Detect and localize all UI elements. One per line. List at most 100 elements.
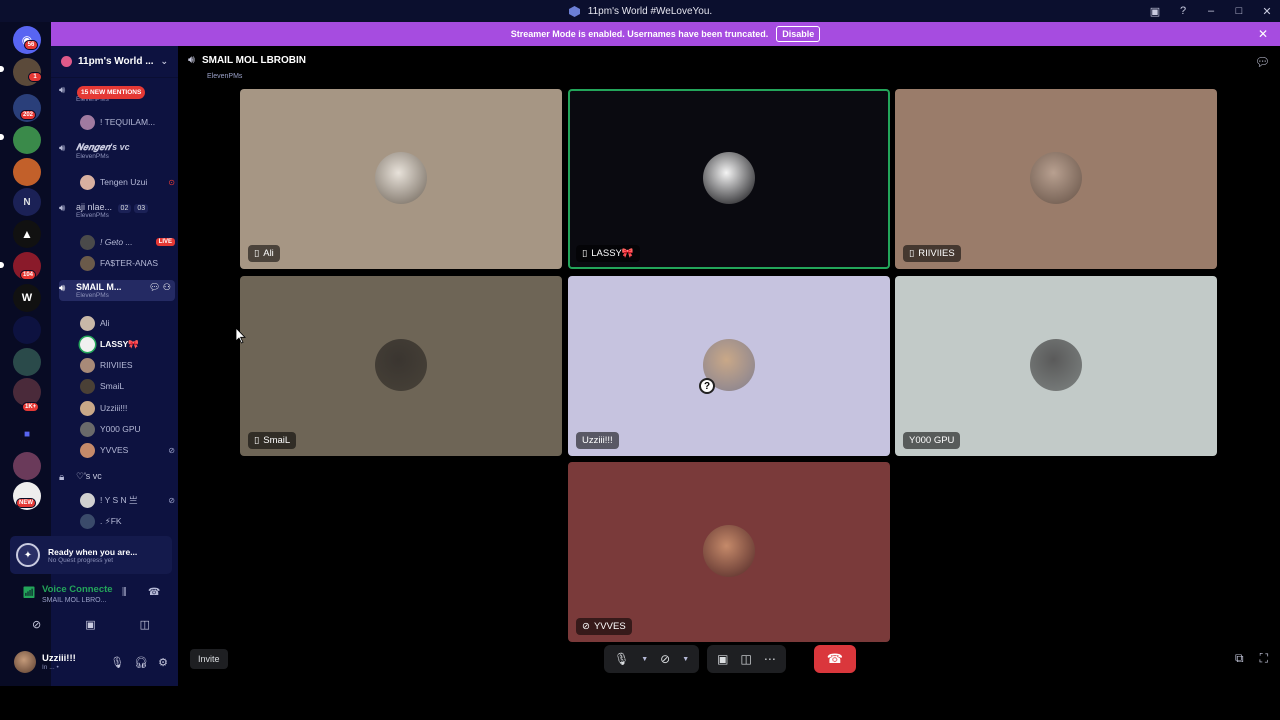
discord-app: 11pm's World #WeLoveYou. ▣ ? – □ ✕ Strea…: [0, 0, 1280, 720]
noise-suppression-icon[interactable]: ⫼: [122, 587, 127, 598]
member-item[interactable]: LASSY🎀: [80, 335, 175, 353]
avatar: [80, 174, 95, 190]
voice-status[interactable]: Voice Connecte: [42, 584, 113, 595]
microphone-icon[interactable]: 🎙︎: [614, 652, 629, 666]
avatar: [80, 378, 95, 394]
chevron-down-icon[interactable]: ▼: [682, 656, 689, 663]
new-mentions-pill[interactable]: 15 NEW MENTIONS: [77, 86, 146, 99]
participant-tile[interactable]: ▯ LASSY🎀: [568, 89, 890, 269]
speaker-icon: 🔊︎: [59, 203, 66, 214]
help-icon[interactable]: ?: [1176, 4, 1190, 18]
call-area: 🔊︎ SMAIL MOL LBROBIN ElevenPMs 💬︎ ▯ Ali ▯…: [178, 46, 1280, 720]
member-item[interactable]: YVVES ⊘: [80, 441, 175, 459]
member-item[interactable]: Y000 GPU: [80, 420, 175, 438]
guild-header[interactable]: 11pm's World ... ⌄: [51, 46, 178, 78]
share-screen-icon[interactable]: ▣: [717, 652, 728, 666]
call-server-name: ElevenPMs: [207, 73, 243, 80]
minimize-icon[interactable]: –: [1204, 4, 1218, 18]
server-8-icon[interactable]: W: [13, 284, 41, 312]
quest-card[interactable]: ✦ Ready when you are... No Quest progres…: [10, 536, 172, 574]
server-1-badge: 1: [28, 72, 42, 82]
participant-tile[interactable]: ▯ RIIVIIES: [895, 89, 1217, 269]
invite-button[interactable]: Invite: [190, 649, 228, 669]
voice-channel-smail[interactable]: 🔊︎ SMAIL M... ElevenPMs 💬︎ ⚇: [59, 280, 175, 301]
user-status: In ... •: [42, 664, 59, 671]
server-5[interactable]: N: [13, 188, 41, 216]
phone-icon: ▯: [254, 248, 260, 259]
member-item[interactable]: ! Y S N 亗 ⊘: [80, 491, 175, 509]
participant-avatar: [375, 152, 427, 204]
member-item[interactable]: RIIVIIES: [80, 356, 175, 374]
avatar: [80, 513, 95, 529]
member-item[interactable]: Uzziii!!!: [80, 399, 175, 417]
voice-channel-heart[interactable]: 🔒︎ ♡'s vc: [59, 471, 175, 483]
deafened-icon: ⊘: [168, 495, 175, 505]
user-avatar[interactable]: [14, 651, 36, 673]
server-3[interactable]: [13, 126, 41, 154]
screen-share-icon[interactable]: ▣: [1148, 4, 1162, 18]
close-banner-icon[interactable]: ✕: [1258, 27, 1268, 41]
server-11-badge: 1K+: [22, 402, 40, 412]
signal-icon[interactable]: 📶︎: [22, 586, 36, 599]
chevron-down-icon[interactable]: ⌄: [160, 56, 168, 67]
member-item[interactable]: Tengen Uzui ⊙: [80, 173, 175, 191]
chat-bubble-icon[interactable]: 💬︎ ⚇: [149, 282, 171, 293]
guild-icon: [61, 56, 72, 67]
guild-name: 11pm's World ...: [78, 56, 154, 67]
server-9[interactable]: [13, 316, 41, 344]
member-item[interactable]: Ali: [80, 314, 175, 332]
fullscreen-icon[interactable]: ⛶: [1260, 651, 1268, 666]
activity-icon[interactable]: ◫: [741, 652, 752, 666]
disable-streamer-mode-button[interactable]: Disable: [776, 26, 821, 42]
close-window-icon[interactable]: ✕: [1260, 4, 1274, 18]
avatar: [80, 357, 95, 373]
speaker-icon: 🔊︎: [188, 54, 195, 66]
participant-tile[interactable]: ▯ Ali: [240, 89, 562, 269]
popout-icon[interactable]: ⧉: [1235, 651, 1244, 666]
participant-tile[interactable]: ▯ SmaiL: [240, 276, 562, 456]
voice-channel-nengen[interactable]: 🔊︎ 𝑵𝒆𝒏𝒈𝒆𝒏's vc ElevenPMs: [59, 142, 175, 160]
voice-connected-panel: 📶︎ Voice Connecte SMAIL MOL LBRO... ⫼ ☎ …: [10, 578, 172, 634]
server-4[interactable]: [13, 158, 41, 186]
window-title: 11pm's World #WeLoveYou.: [587, 5, 713, 17]
camera-off-icon[interactable]: ⊘: [660, 652, 670, 666]
participant-avatar: [1030, 152, 1082, 204]
server-6-icon[interactable]: ▲: [13, 220, 41, 248]
member-item[interactable]: FA$TER-ANAS: [80, 254, 175, 272]
member-item[interactable]: ! TEQUILAM...: [80, 113, 175, 131]
avatar: [80, 442, 95, 458]
camera-off-icon[interactable]: ⊘: [32, 618, 41, 631]
participant-tile[interactable]: ⊘ YVVES: [568, 462, 890, 642]
stream-icon: ⊙: [168, 177, 175, 187]
member-item[interactable]: SmaiL: [80, 377, 175, 395]
speaker-icon: 🔊︎: [59, 283, 66, 294]
maximize-icon[interactable]: □: [1232, 4, 1246, 18]
gear-icon[interactable]: ⚙: [158, 656, 168, 669]
mic-muted-icon: ⊘: [582, 621, 590, 632]
microphone-icon[interactable]: 🎙︎: [110, 656, 124, 669]
chevron-down-icon[interactable]: ▼: [641, 656, 648, 663]
chat-icon[interactable]: 💬︎: [1255, 55, 1270, 69]
participant-tile[interactable]: ? Uzziii!!!: [568, 276, 890, 456]
avatar: [80, 114, 95, 130]
server-12[interactable]: [13, 452, 41, 480]
headphones-icon[interactable]: 🎧︎: [134, 656, 148, 669]
quest-icon: ✦: [16, 543, 40, 567]
disconnect-icon[interactable]: ☎: [148, 587, 160, 598]
avatar: [80, 255, 95, 271]
member-item[interactable]: ! Geto ... LIVE: [80, 233, 175, 251]
activity-icon[interactable]: ◫: [140, 618, 150, 631]
voice-channel-name[interactable]: SMAIL MOL LBRO...: [42, 597, 106, 604]
participant-tile[interactable]: Y000 GPU: [895, 276, 1217, 456]
voice-channel-aji[interactable]: 🔊︎ aji nlae... 02 03 ElevenPMs: [59, 202, 175, 219]
end-call-button[interactable]: ☎: [813, 645, 856, 673]
server-7-badge: 104: [20, 270, 37, 280]
member-item[interactable]: . ⚡FK: [80, 512, 175, 530]
folder-icon[interactable]: ■: [13, 420, 41, 448]
more-icon[interactable]: ⋯: [764, 652, 776, 666]
phone-icon: ▯: [909, 248, 915, 259]
speaker-icon: 🔊︎: [59, 85, 66, 96]
server-10[interactable]: [13, 348, 41, 376]
share-screen-icon[interactable]: ▣: [85, 618, 95, 631]
call-controls: 🎙︎ ▼ ⊘ ▼ ▣ ◫ ⋯ ☎: [604, 645, 856, 673]
